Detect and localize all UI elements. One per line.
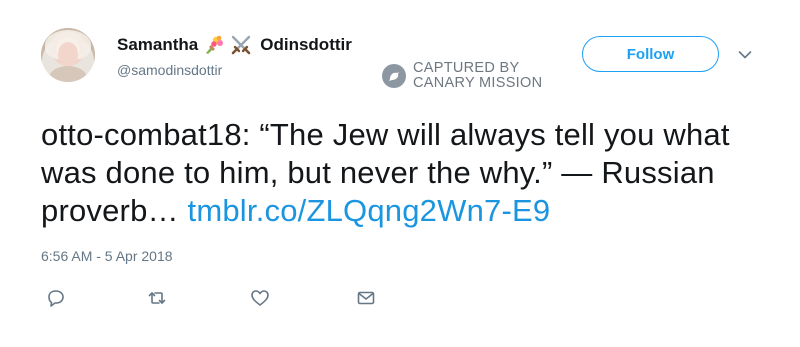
display-name[interactable]: Samantha Odinsdottir xyxy=(117,34,352,56)
display-name-first: Samantha xyxy=(117,35,199,54)
user-handle[interactable]: @samodinsdottir xyxy=(117,62,222,78)
watermark: CAPTURED BY CANARY MISSION xyxy=(382,61,542,91)
watermark-line-1: CAPTURED BY xyxy=(413,60,520,76)
like-icon[interactable] xyxy=(250,288,270,308)
crossed-swords-icon xyxy=(230,34,252,56)
watermark-line-2: CANARY MISSION xyxy=(413,75,543,91)
avatar-face xyxy=(58,42,78,67)
tweet-text: otto-combat18: “The Jew will always tell… xyxy=(41,116,781,230)
avatar-body xyxy=(49,66,87,82)
retweet-icon[interactable] xyxy=(147,288,167,308)
reply-icon[interactable] xyxy=(46,288,66,308)
bouquet-icon xyxy=(203,34,225,56)
avatar[interactable] xyxy=(41,28,95,82)
display-name-last: Odinsdottir xyxy=(260,35,352,54)
follow-button[interactable]: Follow xyxy=(582,36,719,72)
direct-message-icon[interactable] xyxy=(356,288,376,308)
canary-logo-icon xyxy=(382,64,406,88)
tweet-link[interactable]: tmblr.co/ZLQqng2Wn7-E9 xyxy=(188,193,551,228)
tweet-timestamp[interactable]: 6:56 AM - 5 Apr 2018 xyxy=(41,248,173,264)
chevron-down-icon[interactable] xyxy=(738,50,752,60)
